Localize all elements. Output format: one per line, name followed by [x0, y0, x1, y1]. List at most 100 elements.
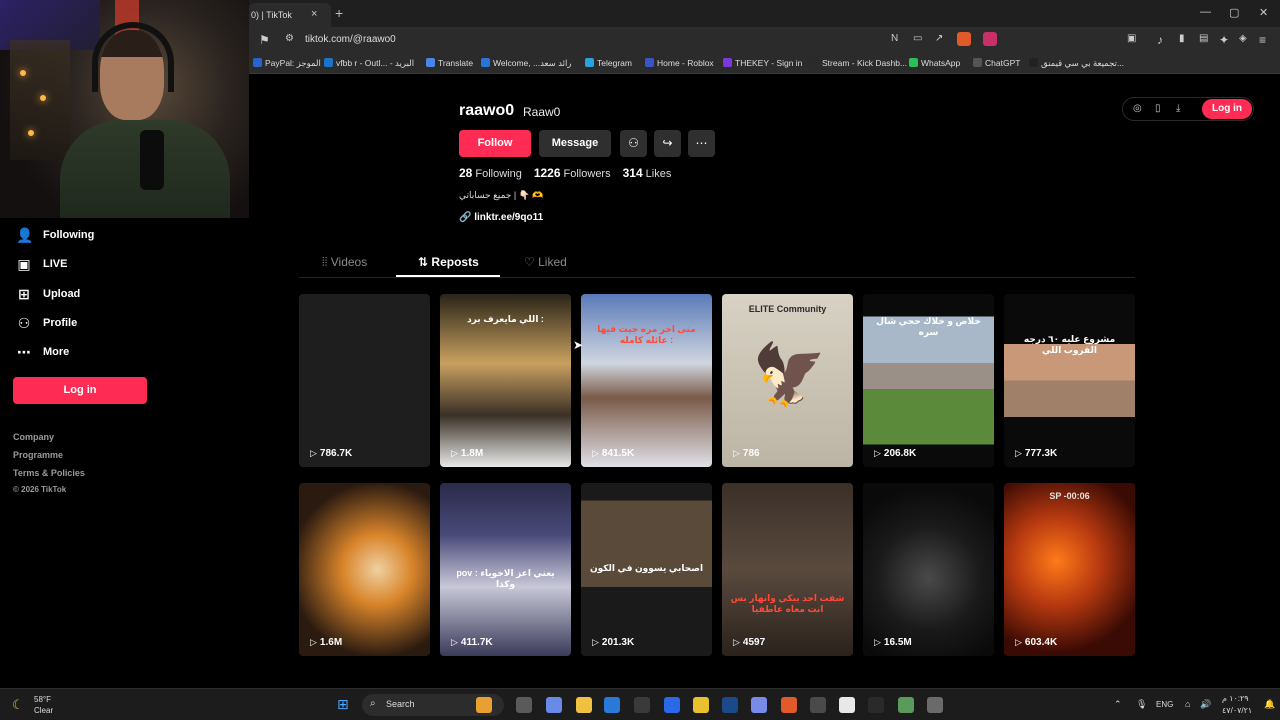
- tab-close-icon[interactable]: ×: [311, 8, 317, 20]
- xbox-icon[interactable]: [898, 697, 914, 713]
- bookmark-item[interactable]: ChatGPT: [973, 58, 1020, 68]
- file-explorer-icon[interactable]: [576, 697, 592, 713]
- tab-videos[interactable]: ⦙⦙ Videos: [322, 255, 367, 270]
- more-options-button[interactable]: ⋯: [688, 130, 715, 157]
- bookmark-item[interactable]: Telegram: [585, 58, 632, 68]
- weather-moon-icon[interactable]: ☾: [12, 697, 24, 713]
- message-button[interactable]: Message: [539, 130, 611, 157]
- video-card[interactable]: ELITE Community 🦅 786: [722, 294, 853, 467]
- tab-liked[interactable]: ♡ Liked: [524, 255, 567, 269]
- url-field[interactable]: tiktok.com/@raawo0: [305, 34, 396, 45]
- following-stat[interactable]: 28 Following: [459, 166, 522, 180]
- steam-icon[interactable]: [722, 697, 738, 713]
- store-icon[interactable]: [634, 697, 650, 713]
- tab-reposts[interactable]: ⇅ Reposts: [418, 255, 479, 269]
- network-icon[interactable]: ⌂: [1185, 699, 1190, 709]
- profile-icon: ⚇: [17, 314, 31, 331]
- copilot-icon[interactable]: [546, 697, 562, 713]
- sidebar-item-live[interactable]: ▣ LIVE: [16, 254, 67, 274]
- reader-icon[interactable]: N: [891, 33, 898, 44]
- brave-icon[interactable]: [781, 697, 797, 713]
- cast-icon[interactable]: ▭: [913, 33, 922, 44]
- device-icon[interactable]: ▯: [1155, 103, 1161, 114]
- chrome-icon[interactable]: [693, 697, 709, 713]
- profile-link[interactable]: 🔗 linktr.ee/9qo11: [459, 212, 543, 223]
- weather-condition: Clear: [34, 706, 54, 715]
- share-profile-button[interactable]: ↪: [654, 130, 681, 157]
- suggested-accounts-button[interactable]: ⚇: [620, 130, 647, 157]
- video-card[interactable]: مشروع عليه ٦٠ درجه القروب اللي 777.3K: [1004, 294, 1135, 467]
- compass-icon[interactable]: ◎: [1133, 103, 1142, 114]
- bookmark-item[interactable]: WhatsApp: [909, 58, 960, 68]
- footer-programme-link[interactable]: Programme: [13, 450, 63, 460]
- wallet-icon[interactable]: ▤: [1199, 33, 1208, 44]
- footer-company-link[interactable]: Company: [13, 432, 54, 442]
- chatgpt-icon[interactable]: [839, 697, 855, 713]
- epic-games-icon[interactable]: [810, 697, 826, 713]
- upload-icon: ⊞: [18, 285, 30, 302]
- video-card[interactable]: SP -00:06 603.4K: [1004, 483, 1135, 656]
- video-card[interactable]: pov : يعني اعز الاخوياء وكذا 411.7K: [440, 483, 571, 656]
- start-windows-icon[interactable]: ⊞: [337, 696, 349, 713]
- leo-icon[interactable]: ✦: [1219, 33, 1229, 47]
- sidebar-item-upload[interactable]: ⊞ Upload: [16, 284, 80, 304]
- rewards-icon[interactable]: [983, 32, 997, 46]
- video-card[interactable]: خلاص و خلاك حجي شال سره 206.8K: [863, 294, 994, 467]
- clock-date[interactable]: ٤٧/٠٧/٢١: [1222, 706, 1252, 715]
- brave-shield-icon[interactable]: [957, 32, 971, 46]
- panel-icon[interactable]: ▮: [1179, 33, 1185, 44]
- bookmark-item[interactable]: Home - Roblox: [645, 58, 714, 68]
- bookmark-item[interactable]: vfbb r - Outl... - البريد: [324, 58, 414, 69]
- outlook-icon[interactable]: [664, 697, 680, 713]
- header-login-button[interactable]: Log in: [1202, 99, 1252, 119]
- menu-icon[interactable]: ≡: [1259, 33, 1266, 47]
- edge-icon[interactable]: [604, 697, 620, 713]
- microphone-icon[interactable]: 🎙: [1136, 699, 1147, 710]
- sidebar-item-more[interactable]: ⋯ More: [16, 342, 69, 362]
- vpn-icon[interactable]: ◈: [1239, 33, 1247, 44]
- follow-button[interactable]: Follow: [459, 130, 531, 157]
- volume-icon[interactable]: 🔊: [1200, 699, 1211, 710]
- site-info-icon[interactable]: ⚙: [285, 33, 294, 44]
- video-card[interactable]: شفت احد يبكي وانهار بس انت معاه عاطفيا 45…: [722, 483, 853, 656]
- browser-tab[interactable]: 0) | TikTok ×: [249, 3, 331, 27]
- music-icon[interactable]: ♪: [1157, 33, 1163, 47]
- video-card[interactable]: اللي مايعرف برد : 1.8M: [440, 294, 571, 467]
- bookmark-item[interactable]: تجميعة بي سي قيمنق...: [1029, 58, 1124, 69]
- bookmark-item[interactable]: Welcome, ...رائد سعد: [481, 58, 571, 69]
- video-card[interactable]: 16.5M: [863, 483, 994, 656]
- bookmark-item[interactable]: PayPal: الموجز: [253, 58, 321, 69]
- discord-icon[interactable]: [751, 697, 767, 713]
- language-indicator[interactable]: ENG: [1156, 700, 1173, 709]
- bookmark-favicon-icon: [1029, 58, 1038, 67]
- clock-time[interactable]: ١٠:٢٩ م: [1222, 694, 1249, 703]
- share-icon[interactable]: ↗: [935, 33, 943, 44]
- followers-stat[interactable]: 1226 Followers: [534, 166, 611, 180]
- tray-chevron-icon[interactable]: ⌃: [1114, 699, 1122, 710]
- widgets-app-icon[interactable]: [476, 697, 492, 713]
- close-window-icon[interactable]: ✕: [1259, 6, 1268, 19]
- terminal-icon[interactable]: [868, 697, 884, 713]
- sidebar-item-profile[interactable]: ⚇ Profile: [16, 313, 78, 333]
- bookmark-item[interactable]: Translate: [426, 58, 473, 68]
- sidebar-toggle-icon[interactable]: ▣: [1127, 33, 1136, 44]
- video-view-count: 1.8M: [451, 448, 483, 459]
- minimize-icon[interactable]: —: [1200, 6, 1211, 18]
- sidebar-login-button[interactable]: Log in: [13, 377, 147, 404]
- bookmark-item[interactable]: Stream - Kick Dashb...: [810, 58, 907, 68]
- new-tab-button[interactable]: +: [335, 5, 343, 21]
- notification-icon[interactable]: 🔔: [1264, 699, 1275, 710]
- light-dot: [20, 70, 26, 76]
- download-icon[interactable]: ⤓: [1176, 103, 1180, 114]
- sidebar-item-following[interactable]: 👤 Following: [16, 225, 94, 245]
- video-card[interactable]: 1.6M: [299, 483, 430, 656]
- video-card[interactable]: متى اخر مره جيت فيها عائله كامله : 841.5K: [581, 294, 712, 467]
- restore-icon[interactable]: ▢: [1229, 6, 1239, 19]
- bookmark-icon[interactable]: ⚑: [259, 33, 270, 47]
- obs-icon[interactable]: [927, 697, 943, 713]
- task-view-icon[interactable]: [516, 697, 532, 713]
- video-card[interactable]: 786.7K: [299, 294, 430, 467]
- video-card[interactable]: اصحابي يسوون في الكون 201.3K: [581, 483, 712, 656]
- footer-terms-link[interactable]: Terms & Policies: [13, 468, 85, 478]
- bookmark-item[interactable]: THEKEY - Sign in: [723, 58, 802, 68]
